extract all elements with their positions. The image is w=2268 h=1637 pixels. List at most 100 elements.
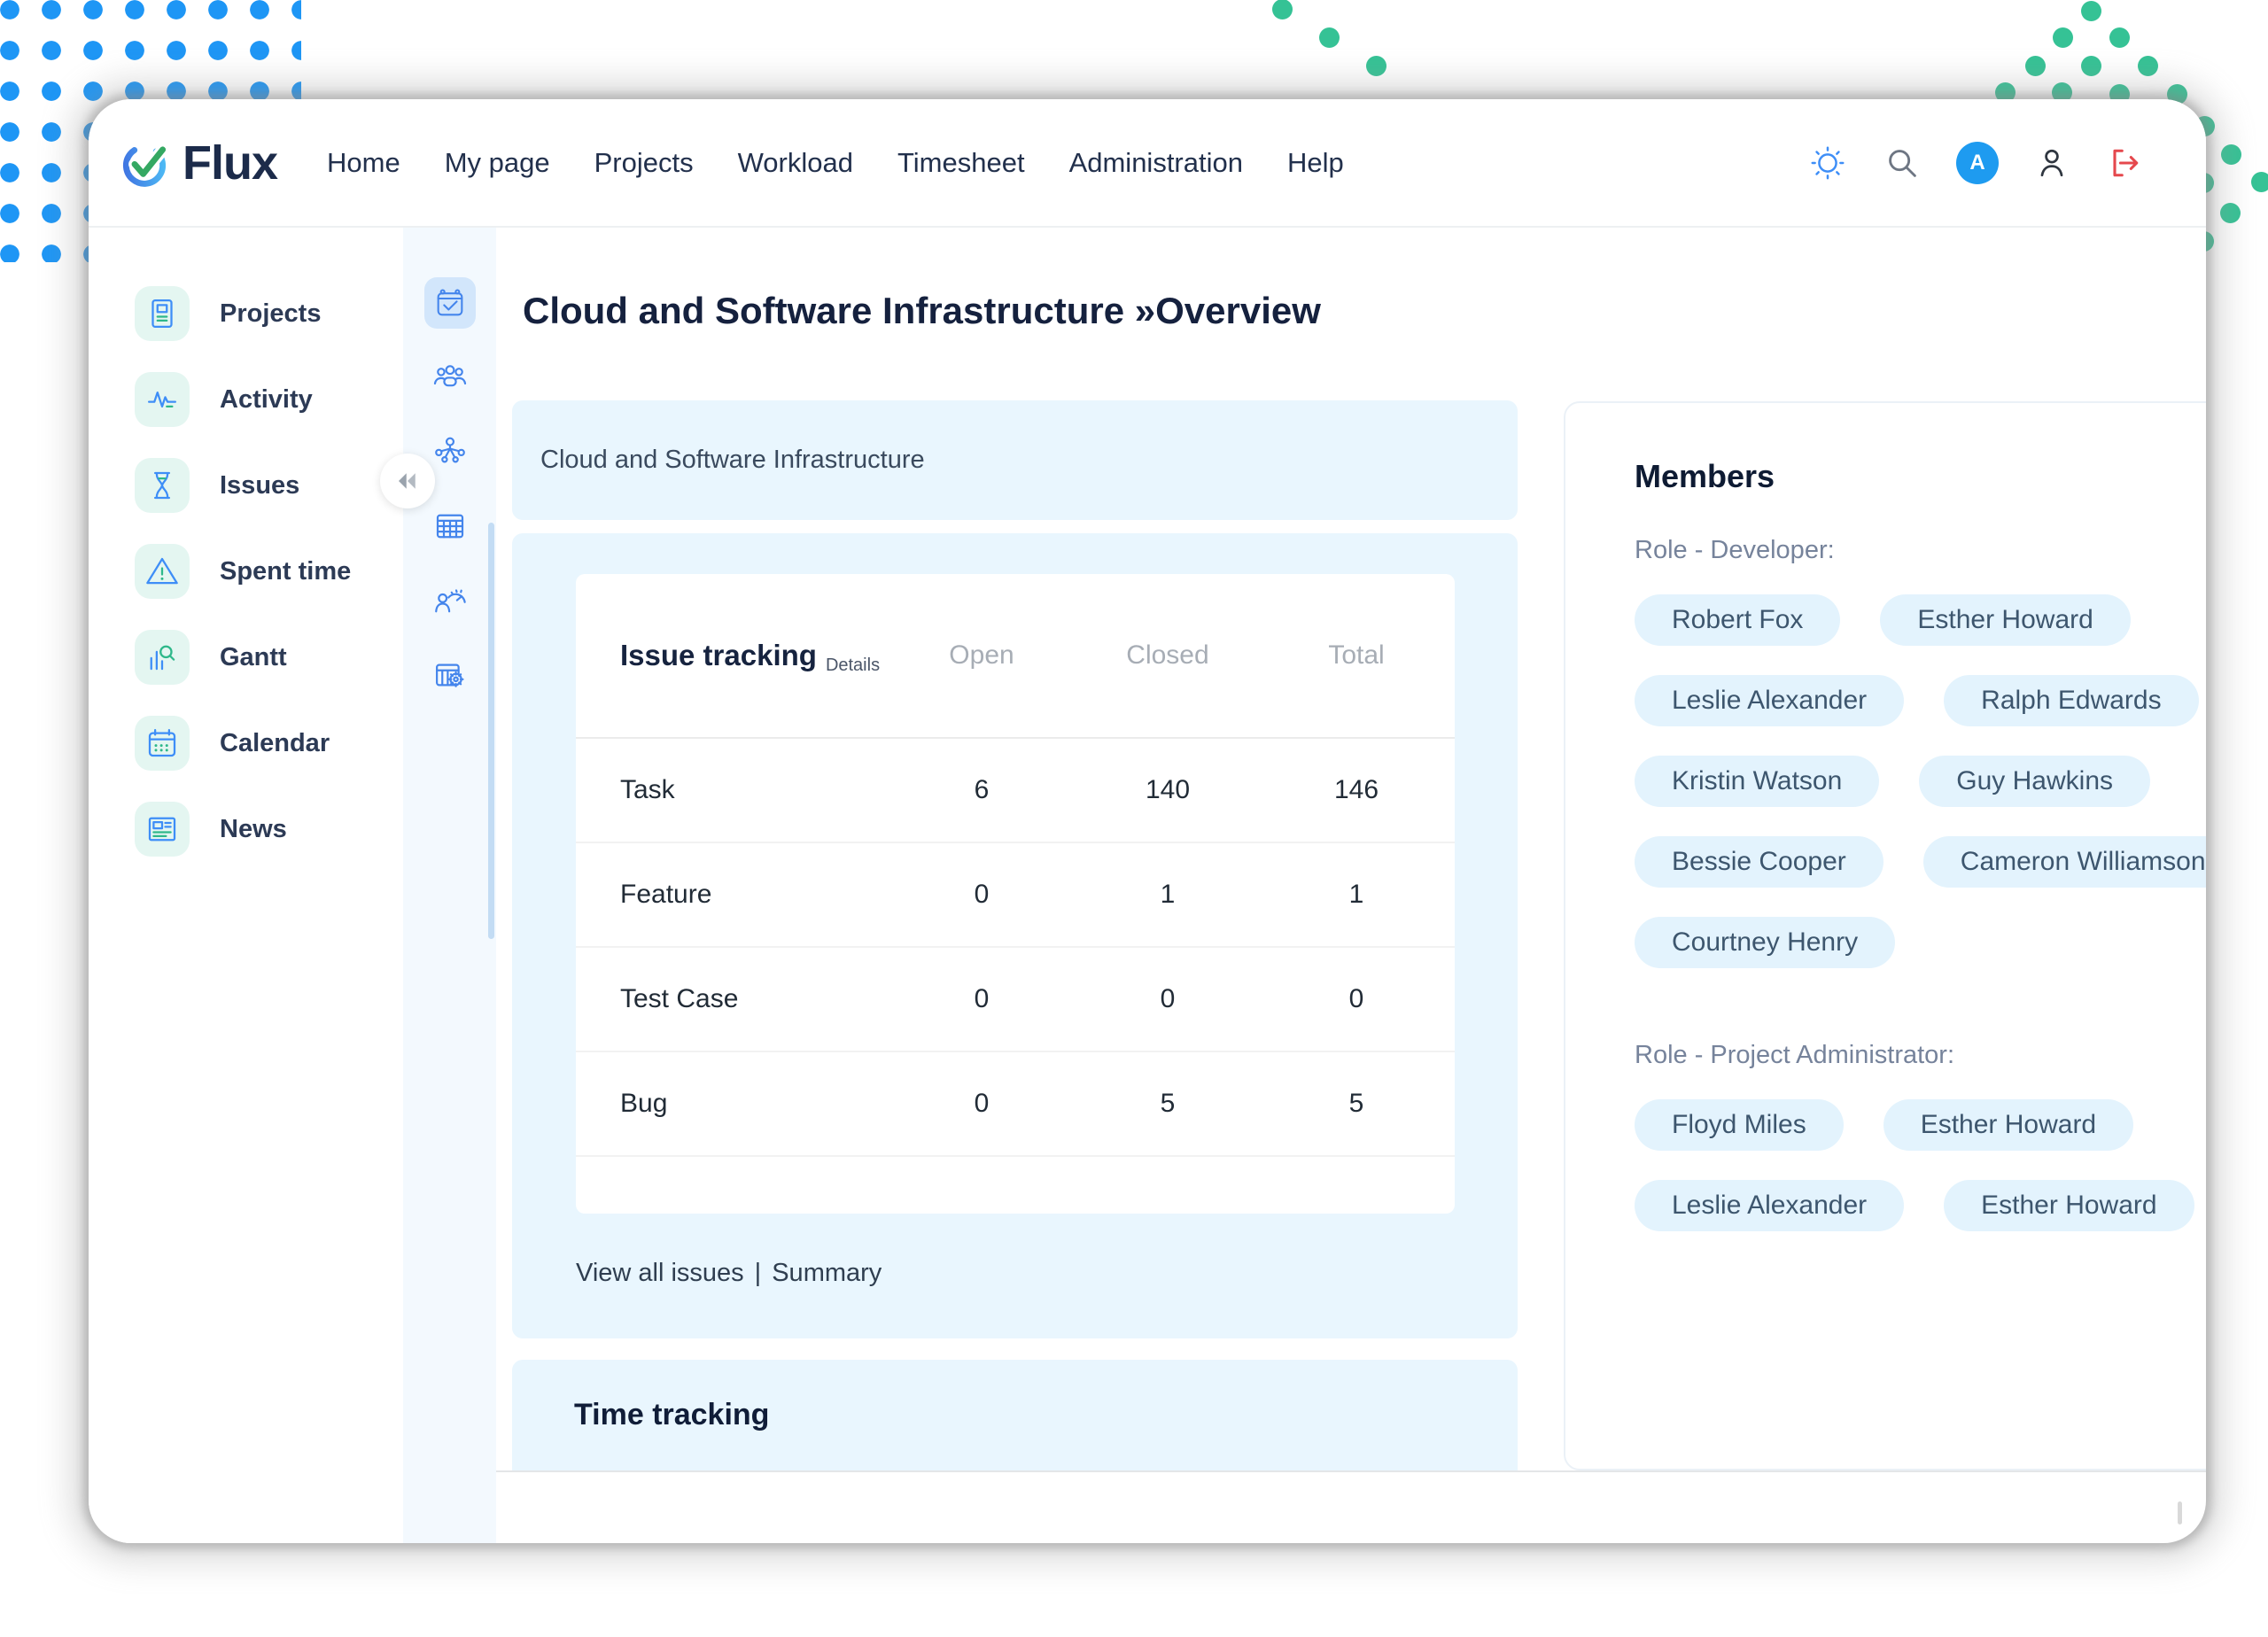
mini-sidebar (403, 228, 496, 1543)
nav-item-home[interactable]: Home (327, 147, 400, 179)
minibar-workload-gauge-icon[interactable] (424, 575, 476, 626)
issue-feature-open[interactable]: 0 (886, 880, 1077, 910)
member-pill-esther-howard[interactable]: Esther Howard (1944, 1180, 2194, 1231)
role-label: Role - Project Administrator: (1635, 1041, 2206, 1070)
gantt-icon (135, 630, 190, 685)
issue-bug-open[interactable]: 0 (886, 1089, 1077, 1119)
sidebar-item-label: Spent time (220, 557, 351, 586)
green-dot (2081, 56, 2101, 76)
issue-tracking-details-link[interactable]: Details (826, 656, 880, 676)
member-pill-leslie-alexander[interactable]: Leslie Alexander (1635, 1180, 1904, 1231)
mini-sidebar-scrollbar[interactable] (488, 523, 494, 939)
member-pill-ralph-edwards[interactable]: Ralph Edwards (1944, 675, 2198, 726)
sidebar-item-activity[interactable]: Activity (135, 372, 403, 427)
time-tracking-panel: Time tracking (512, 1360, 1518, 1470)
time-tracking-title: Time tracking (574, 1398, 769, 1432)
member-pill-courtney-henry[interactable]: Courtney Henry (1635, 917, 1895, 968)
nav-item-projects[interactable]: Projects (594, 147, 694, 179)
issue-table-rows: Task6140146Feature011Test Case000Bug055 (576, 739, 1455, 1157)
member-pill-guy-hawkins[interactable]: Guy Hawkins (1919, 756, 2150, 807)
brand-name: Flux (183, 136, 277, 190)
brand-logo[interactable]: Flux (115, 134, 277, 192)
sidebar-item-issues[interactable]: Issues (135, 458, 403, 513)
member-pill-leslie-alexander[interactable]: Leslie Alexander (1635, 675, 1904, 726)
issue-links: View all issues|Summary (576, 1259, 1518, 1288)
member-pill-floyd-miles[interactable]: Floyd Miles (1635, 1099, 1844, 1151)
sidebar-item-news[interactable]: News (135, 802, 403, 857)
nav-item-administration[interactable]: Administration (1069, 147, 1243, 179)
member-pill-kristin-watson[interactable]: Kristin Watson (1635, 756, 1879, 807)
member-pill-robert-fox[interactable]: Robert Fox (1635, 594, 1840, 646)
calendar-icon (135, 716, 190, 771)
member-pill-esther-howard[interactable]: Esther Howard (1884, 1099, 2133, 1151)
green-dot (2221, 144, 2241, 165)
issue-row-test-case: Test Case000 (576, 948, 1455, 1052)
role-label: Role - Developer: (1635, 536, 2206, 565)
nav-item-workload[interactable]: Workload (738, 147, 853, 179)
logo-check-icon (115, 134, 174, 192)
column-header-open: Open (886, 640, 1077, 671)
issue-task-total[interactable]: 146 (1258, 775, 1455, 805)
scrollbar-tick[interactable] (2178, 1501, 2182, 1525)
issue-test-case-type: Test Case (576, 984, 886, 1014)
issue-tracking-card: Issue tracking Details Open Closed Total… (576, 574, 1455, 1214)
project-banner-label: Cloud and Software Infrastructure (540, 446, 925, 475)
sidebar-item-gantt[interactable]: Gantt (135, 630, 403, 685)
issue-test-case-total[interactable]: 0 (1258, 984, 1455, 1014)
issue-test-case-closed[interactable]: 0 (1077, 984, 1258, 1014)
member-row: Leslie Alexander Esther Howard (1635, 1180, 2206, 1231)
page-title: Cloud and Software Infrastructure »Overv… (523, 290, 1321, 332)
sidebar-collapse-button[interactable] (380, 454, 435, 508)
issue-tracking-title: Issue tracking (620, 639, 817, 672)
members-panel: Members Role - Developer:Robert FoxEsthe… (1564, 401, 2206, 1470)
green-dot (1272, 0, 1293, 19)
issue-bug-type: Bug (576, 1089, 886, 1119)
view-all-issues-link[interactable]: View all issues (576, 1259, 744, 1287)
issue-task-closed[interactable]: 140 (1077, 775, 1258, 805)
sidebar-item-projects[interactable]: Projects (135, 286, 403, 341)
issue-task-open[interactable]: 6 (886, 775, 1077, 805)
nav-item-help[interactable]: Help (1287, 147, 1344, 179)
green-dot (1366, 56, 1386, 76)
search-icon[interactable] (1882, 143, 1922, 183)
nav-item-my-page[interactable]: My page (445, 147, 550, 179)
page-canvas: Flux Home My page Projects Workload Timeshee… (0, 0, 2268, 1637)
issue-test-case-open[interactable]: 0 (886, 984, 1077, 1014)
issue-feature-total[interactable]: 1 (1258, 880, 1455, 910)
account-person-icon[interactable] (2032, 144, 2071, 182)
member-row: Bessie Cooper Cameron Williamson (1635, 836, 2206, 888)
project-banner[interactable]: Cloud and Software Infrastructure (512, 400, 1518, 520)
sidebar-item-label: News (220, 815, 287, 844)
sidebar-item-calendar[interactable]: Calendar (135, 716, 403, 771)
news-icon (135, 802, 190, 857)
member-pill-cameron-williamson[interactable]: Cameron Williamson (1923, 836, 2206, 888)
green-dot (2138, 56, 2158, 76)
minibar-calendar-check-icon[interactable] (424, 277, 476, 329)
content-bottom-divider (496, 1470, 2206, 1472)
summary-link[interactable]: Summary (772, 1259, 882, 1287)
projects-icon (135, 286, 190, 341)
minibar-team-icon[interactable] (424, 352, 476, 403)
issue-bug-total[interactable]: 5 (1258, 1089, 1455, 1119)
member-pill-bessie-cooper[interactable]: Bessie Cooper (1635, 836, 1884, 888)
sidebar-item-label: Gantt (220, 643, 287, 672)
minibar-calendar-settings-icon[interactable] (424, 649, 476, 701)
member-row: Leslie Alexander Ralph Edwards (1635, 675, 2206, 726)
issue-bug-closed[interactable]: 5 (1077, 1089, 1258, 1119)
issue-table-header: Issue tracking Details Open Closed Total (576, 574, 1455, 739)
member-row: Robert Fox Esther Howard (1635, 594, 2206, 646)
sidebar-item-label: Calendar (220, 729, 330, 758)
member-pill-esther-howard[interactable]: Esther Howard (1880, 594, 2130, 646)
logout-icon[interactable] (2105, 144, 2144, 182)
theme-sun-icon[interactable] (1807, 143, 1848, 183)
sidebar-item-spent-time[interactable]: Spent time (135, 544, 403, 599)
issue-feature-closed[interactable]: 1 (1077, 880, 1258, 910)
issue-row-task: Task6140146 (576, 739, 1455, 843)
minibar-table-icon[interactable] (424, 500, 476, 552)
green-dot (1319, 27, 1340, 48)
sidebar-item-label: Activity (220, 385, 313, 415)
user-avatar[interactable]: A (1956, 142, 1999, 184)
top-navbar: Flux Home My page Projects Workload Timeshee… (89, 99, 2206, 228)
nav-item-timesheet[interactable]: Timesheet (897, 147, 1025, 179)
green-dot (2109, 27, 2130, 48)
